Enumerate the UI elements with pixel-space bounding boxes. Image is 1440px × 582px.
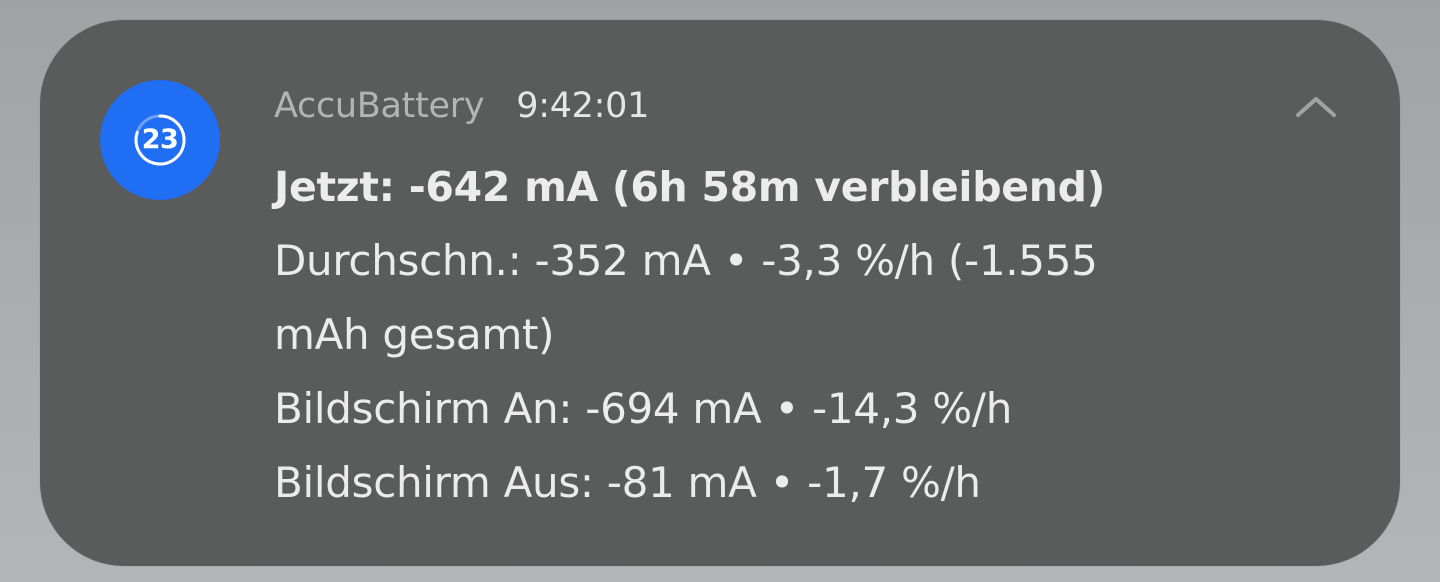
app-icon-number: 23 <box>141 124 179 155</box>
notification-header: AccuBattery 9:42:01 <box>274 82 649 130</box>
notification-time: 9:42:01 <box>516 86 650 126</box>
average-consumption-line: Durchschn.: -352 mA • -3,3 %/h (-1.555 <box>274 236 1098 285</box>
chevron-up-icon <box>1296 97 1336 117</box>
screen-on-line: Bildschirm An: -694 mA • -14,3 %/h <box>274 384 1013 433</box>
screen-off-line: Bildschirm Aus: -81 mA • -1,7 %/h <box>274 458 981 507</box>
accubattery-app-icon: 23 <box>100 80 220 200</box>
collapse-button[interactable] <box>1286 82 1346 130</box>
average-consumption-line-cont: mAh gesamt) <box>274 310 555 359</box>
app-name: AccuBattery <box>274 86 485 126</box>
current-consumption-line: Jetzt: -642 mA (6h 58m verbleibend) <box>274 163 1106 211</box>
notification-content: Jetzt: -642 mA (6h 58m verbleibend) Durc… <box>274 150 1274 520</box>
